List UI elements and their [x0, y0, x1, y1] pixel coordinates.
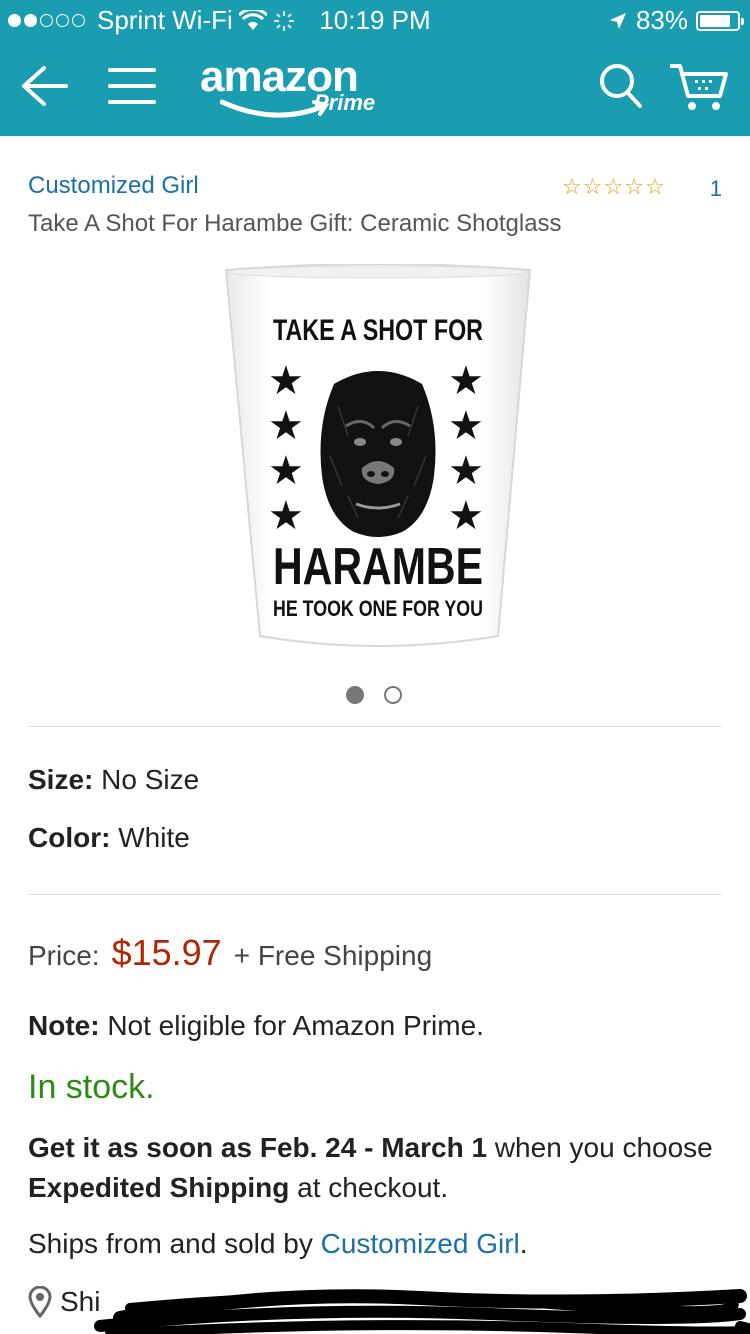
svg-text:★: ★ — [448, 493, 484, 539]
note-text: Not eligible for Amazon Prime. — [107, 1010, 484, 1041]
status-right: 83% — [608, 5, 744, 36]
price-label: Price: — [28, 940, 100, 971]
svg-text:★: ★ — [448, 358, 484, 404]
star-icon: ☆ — [562, 174, 582, 199]
price-value: $15.97 — [111, 932, 222, 973]
glass-text-main: HARAMBE — [273, 538, 483, 596]
delivery-estimate: Get it as soon as Feb. 24 - March 1 when… — [28, 1128, 722, 1208]
brand-row: Customized Girl ☆ ☆ ☆ ☆ ☆ 1 — [28, 172, 722, 204]
svg-text:★: ★ — [448, 448, 484, 494]
star-icon: ☆ — [644, 174, 665, 199]
svg-text:★: ★ — [268, 448, 304, 494]
battery-percent: 83% — [635, 5, 688, 35]
note-label: Note: — [28, 1010, 100, 1041]
shipping-text: + Free Shipping — [233, 940, 433, 971]
delivery-date: Get it as soon as Feb. 24 - March 1 — [28, 1132, 488, 1163]
location-arrow-icon — [609, 12, 626, 29]
nav-bar: amazon Prime — [0, 40, 750, 136]
amazon-prime-logo[interactable]: amazon Prime — [200, 52, 375, 118]
cart-icon[interactable] — [668, 60, 730, 112]
divider — [28, 726, 722, 727]
battery-icon — [696, 10, 744, 31]
image-carousel-indicator[interactable] — [346, 686, 402, 704]
color-label: Color: — [28, 822, 111, 853]
color-variation: Color: White — [28, 822, 190, 854]
size-value: No Size — [101, 764, 200, 795]
glass-text-top: TAKE A SHOT FOR — [273, 314, 483, 347]
divider — [28, 894, 722, 895]
star-icon: ☆ — [603, 174, 624, 199]
size-label: Size: — [28, 764, 94, 795]
menu-icon[interactable] — [106, 64, 158, 108]
status-bar: Sprint Wi-Fi 10:19 PM 83% — [0, 0, 750, 40]
ships-from-suffix: . — [519, 1228, 528, 1259]
star-icon: ☆ — [582, 174, 603, 199]
battery-fill — [700, 14, 730, 27]
svg-text:★: ★ — [448, 403, 484, 449]
review-count[interactable]: 1 — [710, 176, 722, 202]
glass-text-bottom: HE TOOK ONE FOR YOU — [273, 596, 483, 621]
star-icon: ☆ — [624, 174, 644, 199]
search-icon[interactable] — [598, 62, 644, 110]
ships-from-prefix: Ships from and sold by — [28, 1228, 321, 1259]
product-title: Take A Shot For Harambe Gift: Ceramic Sh… — [28, 210, 562, 237]
seller-link[interactable]: Customized Girl — [321, 1228, 520, 1259]
carousel-dot-1[interactable] — [346, 686, 364, 704]
rating-stars[interactable]: ☆ ☆ ☆ ☆ ☆ — [562, 174, 665, 200]
product-image[interactable]: ★ ★ ★ ★ ★ ★ ★ ★ TAKE A SHOT FOR HARAMBE HE TOO… — [224, 263, 532, 654]
delivery-suffix: at checkout. — [289, 1172, 449, 1203]
delivery-mid: when you choose — [487, 1132, 713, 1163]
price-row: Price: $15.97 + Free Shipping — [28, 932, 432, 974]
carousel-dot-2[interactable] — [384, 686, 402, 704]
delivery-method: Expedited Shipping — [28, 1172, 290, 1203]
availability-status: In stock. — [28, 1068, 155, 1106]
color-value: White — [118, 822, 190, 853]
svg-text:★: ★ — [268, 403, 304, 449]
location-pin-icon — [28, 1286, 52, 1318]
svg-text:★: ★ — [268, 493, 304, 539]
ships-from: Ships from and sold by Customized Girl. — [28, 1228, 528, 1260]
size-variation: Size: No Size — [28, 764, 199, 796]
svg-text:★: ★ — [268, 358, 304, 404]
redaction-scribble — [94, 1289, 750, 1334]
prime-note: Note: Not eligible for Amazon Prime. — [28, 1010, 484, 1042]
shot-glass-image: ★★★★ ★★★★ TAKE A SHOT FOR HARAMBE HE TOO… — [224, 263, 532, 647]
logo-prime: Prime — [314, 90, 376, 115]
brand-link[interactable]: Customized Girl — [28, 172, 199, 200]
back-arrow-icon[interactable] — [20, 64, 68, 108]
